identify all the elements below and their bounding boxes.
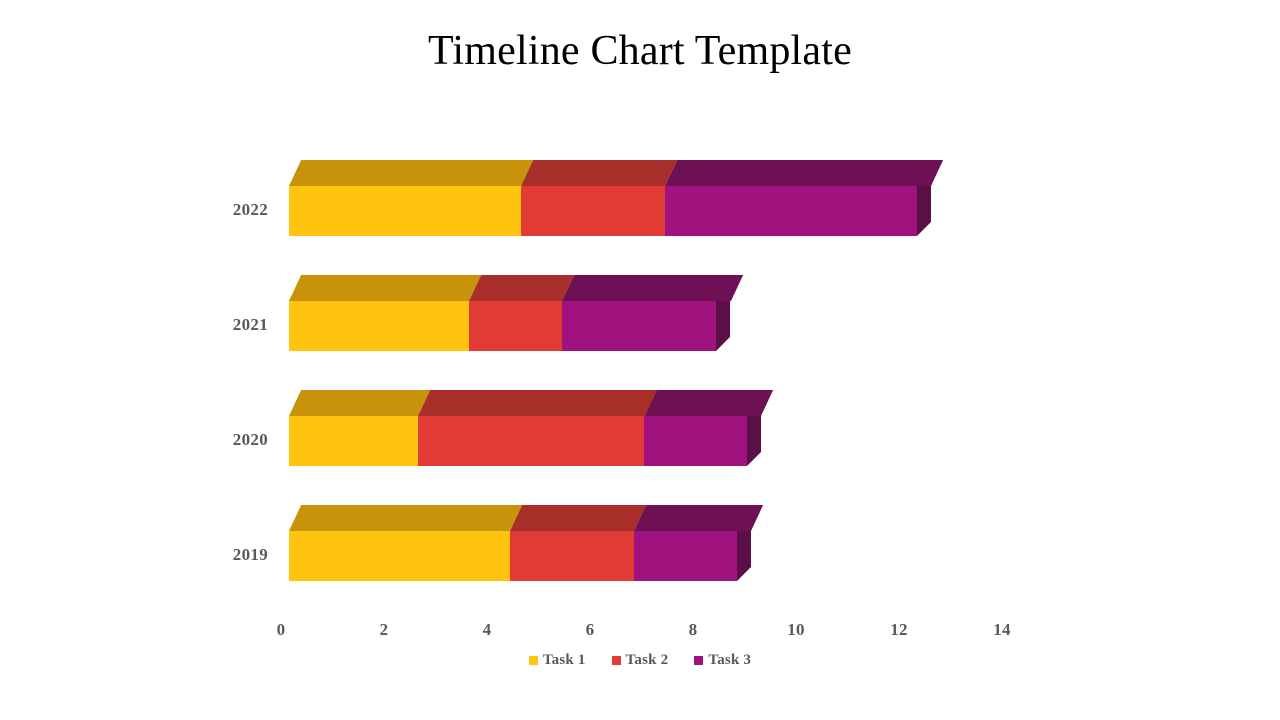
bar-front-face [289,301,470,351]
x-axis: 0 2 4 6 8 10 12 14 [0,620,1280,644]
bar-front-face [664,186,918,236]
x-axis-tick-label: 6 [585,620,595,639]
x-axis-tick-label: 0 [276,620,286,639]
x-axis-tick-label: 10 [787,620,805,639]
x-axis-tick-label: 14 [993,620,1011,639]
bar-top-face [469,275,575,301]
legend-label: Task 3 [708,652,752,668]
bar-front-face [417,416,645,466]
bar-top-face [644,390,774,416]
bar-front-face [289,531,511,581]
bar-segment-task-1 [289,275,482,351]
bar-top-face [520,160,678,186]
legend-label: Task 2 [625,652,669,668]
bar-top-face [289,390,430,416]
bar-segment-task-1 [289,160,533,236]
bar-segment-task-1 [289,505,523,581]
bar-row [0,505,1280,581]
bar-segment-task-3 [644,390,774,466]
chart-legend: Task 1 Task 2 Task 3 [0,652,1280,669]
bar-front-face [510,531,635,581]
x-axis-tick-label: 2 [379,620,389,639]
bar-top-face [289,505,523,531]
x-axis-tick-label: 4 [482,620,492,639]
bar-front-face [561,301,717,351]
x-axis-tick-label: 8 [688,620,698,639]
bar-top-face [417,390,657,416]
bar-front-face [520,186,665,236]
bar-top-face [634,505,764,531]
legend-item[interactable]: Task 1 [528,652,586,669]
bar-segment-task-3 [634,505,764,581]
bar-segment-task-2 [469,275,575,351]
legend-swatch-icon [611,656,621,665]
plot-area: 2022 2021 2020 2019 [0,0,1280,720]
legend-item[interactable]: Task 2 [611,652,669,669]
bar-top-face [664,160,944,186]
bar-front-face [289,416,418,466]
bar-top-face [289,275,482,301]
bar-front-face [289,186,521,236]
legend-item[interactable]: Task 3 [694,652,751,669]
bar-row [0,160,1280,236]
bar-top-face [510,505,647,531]
bar-row [0,275,1280,351]
legend-label: Task 1 [542,652,586,668]
bar-front-face [469,301,562,351]
bar-front-face [644,416,748,466]
bar-segment-task-2 [510,505,647,581]
bar-front-face [634,531,738,581]
bar-segment-task-3 [561,275,743,351]
bar-segment-task-2 [520,160,678,236]
bar-segment-task-3 [664,160,944,236]
legend-swatch-icon [528,656,538,665]
bar-segment-task-1 [289,390,430,466]
bar-row [0,390,1280,466]
bar-top-face [561,275,743,301]
x-axis-tick-label: 12 [890,620,908,639]
bar-segment-task-2 [417,390,657,466]
legend-swatch-icon [694,656,704,665]
bar-top-face [289,160,533,186]
timeline-chart: Timeline Chart Template 2022 2021 2020 2019… [0,0,1280,720]
